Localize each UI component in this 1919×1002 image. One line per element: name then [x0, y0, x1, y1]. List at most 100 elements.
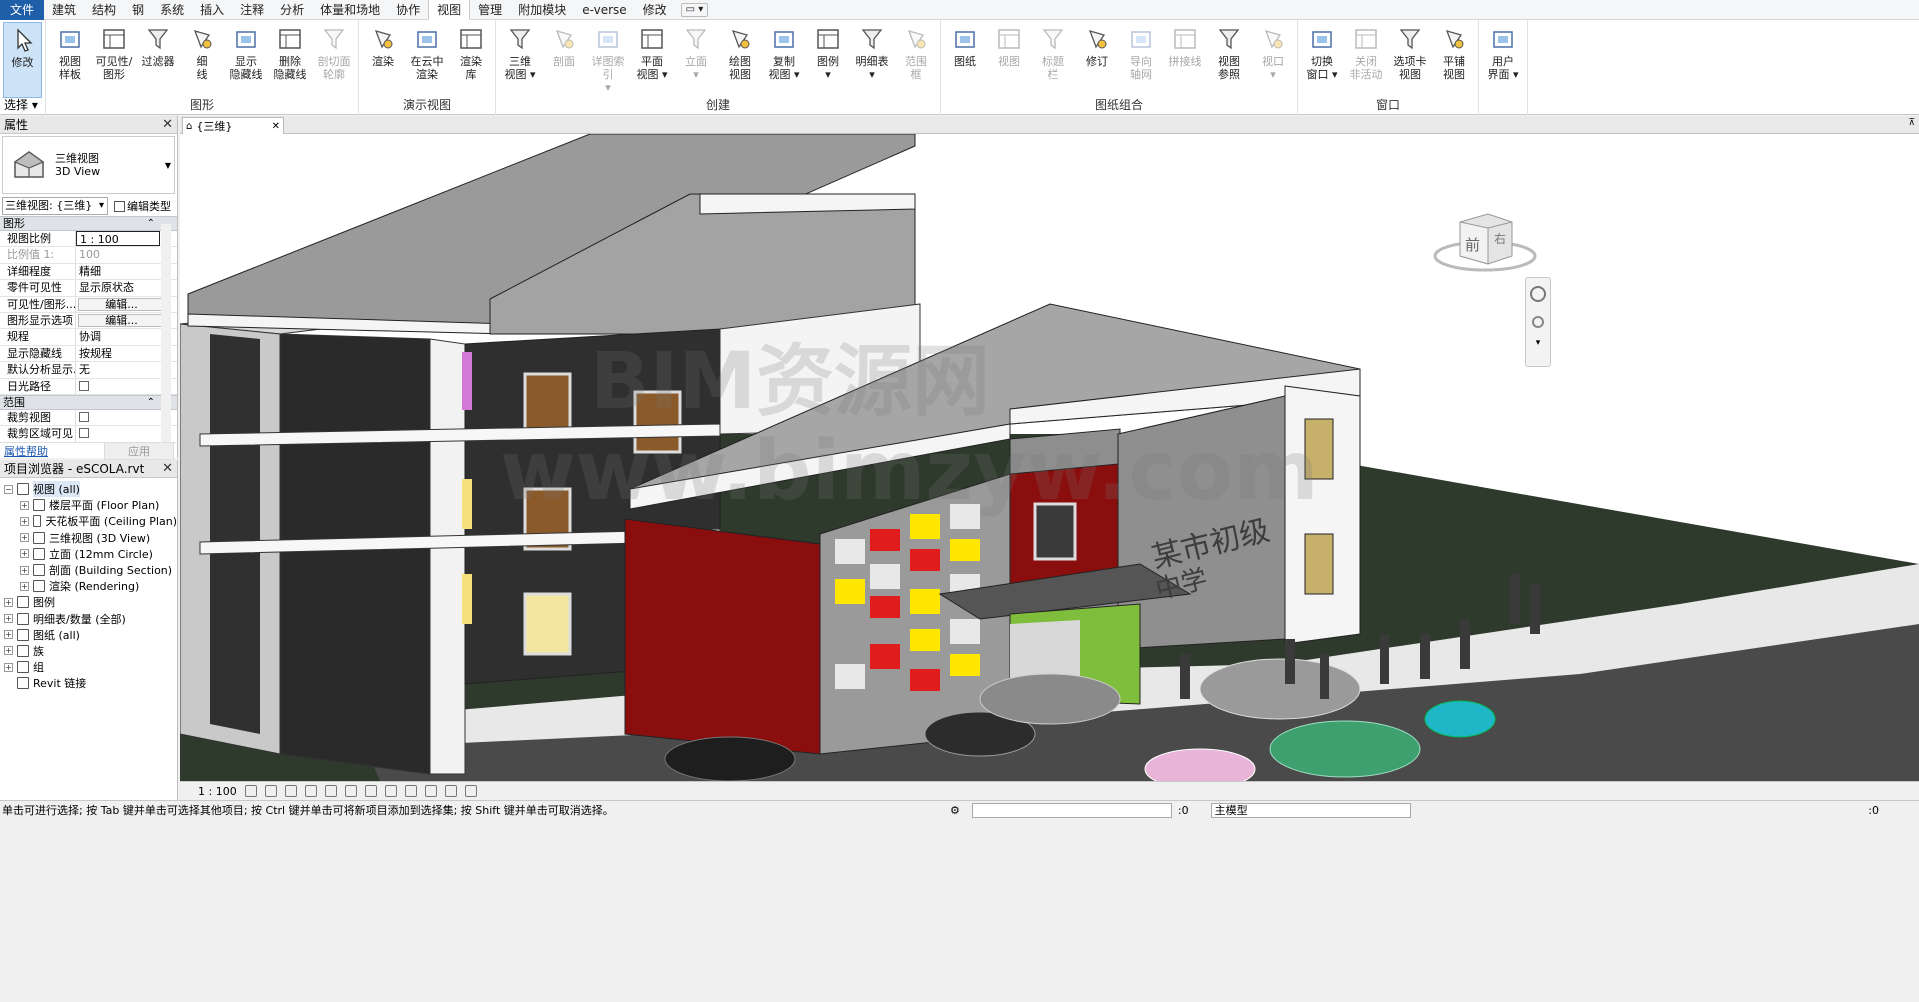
visual-style-icon[interactable]: [264, 785, 277, 797]
property-value[interactable]: 按规程: [76, 346, 160, 361]
ribbon-button-3-3[interactable]: 平面 视图 ▾: [631, 22, 673, 98]
menu-tab-5[interactable]: 插入: [192, 0, 232, 20]
menu-tab-2[interactable]: 结构: [84, 0, 124, 20]
ribbon-button-2-2[interactable]: 渲染 库: [450, 22, 492, 98]
menu-tab-1[interactable]: 建筑: [44, 0, 84, 20]
properties-scrollbar[interactable]: [161, 224, 171, 454]
browser-item[interactable]: + 楼层平面 (Floor Plan): [0, 497, 177, 513]
steering-wheel-icon[interactable]: [1530, 286, 1546, 302]
ribbon-button-3-1[interactable]: 剖面: [543, 22, 585, 98]
menu-tab-11[interactable]: 管理: [470, 0, 510, 20]
ribbon-button-4-7[interactable]: 视口 ▾: [1252, 22, 1294, 98]
type-selector[interactable]: 三维视图 3D View ▼: [2, 136, 175, 194]
reveal-hidden-icon[interactable]: [424, 785, 437, 797]
shadows-icon[interactable]: [304, 785, 317, 797]
ribbon-button-6-0[interactable]: 用户 界面 ▾: [1482, 22, 1524, 98]
ribbon-button-5-2[interactable]: 选项卡 视图: [1389, 22, 1431, 98]
ribbon-button-5-0[interactable]: 切换 窗口 ▾: [1301, 22, 1343, 98]
menu-tab-3[interactable]: 钢: [124, 0, 152, 20]
design-option-dropdown[interactable]: 主模型: [1210, 802, 1411, 818]
menu-tab-7[interactable]: 分析: [272, 0, 312, 20]
ribbon-button-0-0[interactable]: 修改: [3, 22, 42, 98]
lock-view-icon[interactable]: [384, 785, 397, 797]
scroll-up-icon[interactable]: ⊼: [1908, 118, 1915, 128]
ribbon-button-4-6[interactable]: 视图 参照: [1208, 22, 1250, 98]
viewcube[interactable]: 前 右: [1430, 204, 1540, 284]
ribbon-button-3-7[interactable]: 图例 ▾: [807, 22, 849, 98]
detail-level-icon[interactable]: [244, 785, 257, 797]
menu-tab-6[interactable]: 注释: [232, 0, 272, 20]
apply-button[interactable]: 应用: [104, 441, 174, 460]
menu-tab-8[interactable]: 体量和场地: [312, 0, 388, 20]
browser-item[interactable]: Revit 链接: [0, 675, 177, 691]
close-icon[interactable]: ✕: [162, 461, 173, 476]
browser-item[interactable]: + 渲染 (Rendering): [0, 578, 177, 594]
expand-icon[interactable]: +: [20, 549, 29, 559]
close-icon[interactable]: ✕: [162, 117, 173, 132]
property-value[interactable]: 协调: [76, 329, 160, 344]
property-checkbox[interactable]: [79, 411, 89, 422]
ribbon-button-1-0[interactable]: 视图 样板: [49, 22, 91, 98]
property-checkbox[interactable]: [79, 428, 89, 439]
expand-icon[interactable]: +: [20, 500, 29, 510]
instance-selector[interactable]: 三维视图: {三维}: [2, 197, 108, 215]
ribbon-button-4-3[interactable]: 修订: [1076, 22, 1118, 98]
property-edit-button[interactable]: 编辑...: [78, 297, 162, 311]
menu-tab-0[interactable]: 文件: [0, 0, 45, 20]
property-value[interactable]: 精细: [76, 264, 160, 279]
browser-item[interactable]: + 立面 (12mm Circle): [0, 546, 177, 562]
browser-item[interactable]: + 剖面 (Building Section): [0, 562, 177, 578]
render-icon[interactable]: [324, 785, 337, 797]
property-group-header[interactable]: 图形: [0, 216, 177, 231]
ribbon-button-3-9[interactable]: 范围 框: [895, 22, 937, 98]
ribbon-button-1-1[interactable]: 可见性/ 图形: [93, 22, 135, 98]
ribbon-button-1-6[interactable]: 剖切面 轮廓: [313, 22, 355, 98]
menu-tab-4[interactable]: 系统: [152, 0, 192, 20]
browser-item[interactable]: + 图纸 (all): [0, 627, 177, 643]
menu-tab-12[interactable]: 附加模块: [510, 0, 574, 20]
menu-tab-14[interactable]: 修改: [635, 0, 675, 20]
expand-icon[interactable]: +: [4, 597, 13, 607]
ribbon-button-3-5[interactable]: 绘图 视图: [719, 22, 761, 98]
expand-icon[interactable]: +: [20, 533, 29, 543]
ribbon-button-1-3[interactable]: 细 线: [181, 22, 223, 98]
ribbon-button-1-2[interactable]: 过滤器: [137, 22, 179, 98]
expand-icon[interactable]: +: [4, 662, 13, 672]
browser-item[interactable]: + 组: [0, 659, 177, 675]
browser-item[interactable]: + 族: [0, 643, 177, 659]
sun-path-icon[interactable]: [284, 785, 297, 797]
menu-tab-13[interactable]: e-verse: [574, 0, 634, 20]
3d-view-canvas[interactable]: 某市初级 中学 BIM资源网 www.bimzyw.com 前 右 ▾: [180, 134, 1919, 781]
zoom-icon[interactable]: [1532, 316, 1544, 328]
property-checkbox[interactable]: [79, 380, 89, 391]
ribbon-button-3-4[interactable]: 立面 ▾: [675, 22, 717, 98]
close-icon[interactable]: ✕: [272, 121, 280, 132]
ribbon-button-4-2[interactable]: 标题 栏: [1032, 22, 1074, 98]
ribbon-button-4-1[interactable]: 视图: [988, 22, 1030, 98]
expand-icon[interactable]: +: [4, 646, 13, 656]
property-value[interactable]: 1 : 100: [76, 231, 160, 247]
browser-item[interactable]: + 三维视图 (3D View): [0, 530, 177, 546]
chevron-down-icon[interactable]: ▾: [1526, 338, 1550, 348]
browser-item[interactable]: + 图例: [0, 594, 177, 610]
ribbon-button-2-0[interactable]: 渲染: [362, 22, 404, 98]
workset-dropdown[interactable]: [971, 802, 1172, 818]
ribbon-button-3-8[interactable]: 明细表 ▾: [851, 22, 893, 98]
menu-tab-10[interactable]: 视图: [428, 0, 471, 20]
select-dropdown[interactable]: 选择 ▾: [4, 96, 38, 113]
ribbon-button-1-5[interactable]: 删除 隐藏线: [269, 22, 311, 98]
ribbon-button-4-5[interactable]: 拼接线: [1164, 22, 1206, 98]
collapse-icon[interactable]: −: [4, 484, 13, 494]
highlight-displacement-icon[interactable]: [464, 785, 477, 797]
expand-icon[interactable]: +: [20, 581, 29, 591]
property-value[interactable]: 显示原状态: [76, 280, 160, 295]
tab-3d-view[interactable]: ⌂ {三维} ✕: [182, 117, 284, 134]
ribbon-button-3-2[interactable]: 详图索引 ▾: [587, 22, 629, 98]
browser-item[interactable]: + 天花板平面 (Ceiling Plan): [0, 513, 177, 529]
ribbon-button-4-0[interactable]: 图纸: [944, 22, 986, 98]
property-group-header[interactable]: 范围: [0, 394, 177, 410]
ribbon-button-3-6[interactable]: 复制 视图 ▾: [763, 22, 805, 98]
property-value[interactable]: [76, 379, 160, 394]
ribbon-button-3-0[interactable]: 三维 视图 ▾: [499, 22, 541, 98]
expand-icon[interactable]: +: [4, 630, 13, 640]
